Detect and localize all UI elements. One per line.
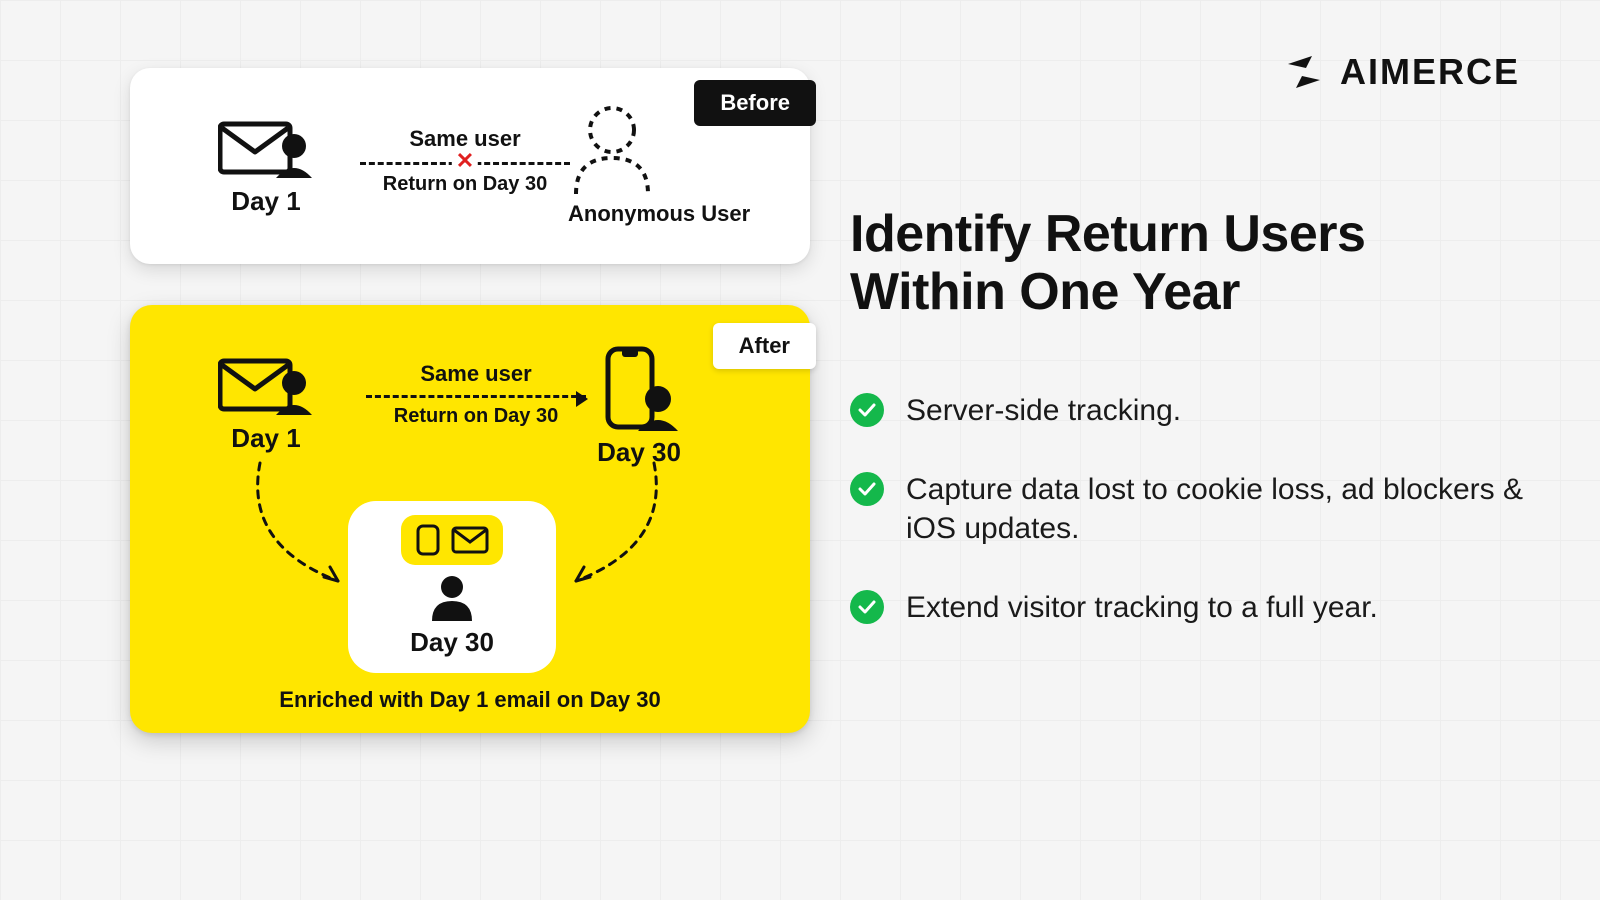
check-icon — [850, 590, 884, 624]
bullet-text: Capture data lost to cookie loss, ad blo… — [906, 470, 1530, 548]
bullet-list: Server-side tracking. Capture data lost … — [850, 391, 1530, 627]
user-phone-icon — [594, 345, 684, 435]
bullet-item: Extend visitor tracking to a full year. — [850, 588, 1530, 627]
bullet-text: Extend visitor tracking to a full year. — [906, 588, 1378, 627]
headline: Identify Return Users Within One Year — [850, 205, 1530, 321]
return-label: Return on Day 30 — [366, 405, 586, 428]
broken-link-icon: ✕ — [452, 148, 478, 174]
brand-logo: AIMERCE — [1282, 50, 1520, 94]
return-label: Return on Day 30 — [360, 173, 570, 196]
after-flow: Same user — [366, 361, 586, 387]
user-email-icon — [218, 353, 314, 417]
after-top-arrow — [366, 395, 586, 398]
before-panel: Before Day 1 Same user ✕ Return on Day 3… — [130, 68, 810, 264]
brand-logo-icon — [1282, 50, 1326, 94]
info-column: Identify Return Users Within One Year Se… — [850, 205, 1530, 627]
before-anon: Anonymous User — [568, 102, 750, 226]
phone-icon — [415, 523, 441, 557]
after-tag: After — [713, 323, 816, 369]
bullet-item: Capture data lost to cookie loss, ad blo… — [850, 470, 1530, 548]
after-caption: Enriched with Day 1 email on Day 30 — [130, 687, 810, 713]
user-icon — [428, 573, 476, 623]
after-day30: Day 30 — [594, 345, 684, 468]
before-day1: Day 1 — [218, 116, 314, 217]
bullet-text: Server-side tracking. — [906, 391, 1181, 430]
bullet-item: Server-side tracking. — [850, 391, 1530, 430]
anonymous-user-icon — [568, 102, 656, 198]
check-icon — [850, 472, 884, 506]
check-icon — [850, 393, 884, 427]
day1-label: Day 1 — [218, 186, 314, 217]
device-email-badge — [401, 515, 503, 565]
before-flow: Same user ✕ Return on Day 30 — [360, 126, 570, 196]
same-user-label: Same user — [366, 361, 586, 387]
anon-label: Anonymous User — [568, 202, 750, 226]
email-icon — [451, 526, 489, 554]
curve-arrow-right — [560, 455, 710, 605]
brand-name: AIMERCE — [1340, 51, 1520, 93]
day1-label: Day 1 — [218, 423, 314, 454]
enrich-card: Day 30 — [348, 501, 556, 673]
enrich-day-label: Day 30 — [410, 627, 494, 658]
user-email-icon — [218, 116, 314, 180]
after-panel: After Day 1 Same user Return on Day 30 — [130, 305, 810, 733]
after-day1: Day 1 — [218, 353, 314, 454]
